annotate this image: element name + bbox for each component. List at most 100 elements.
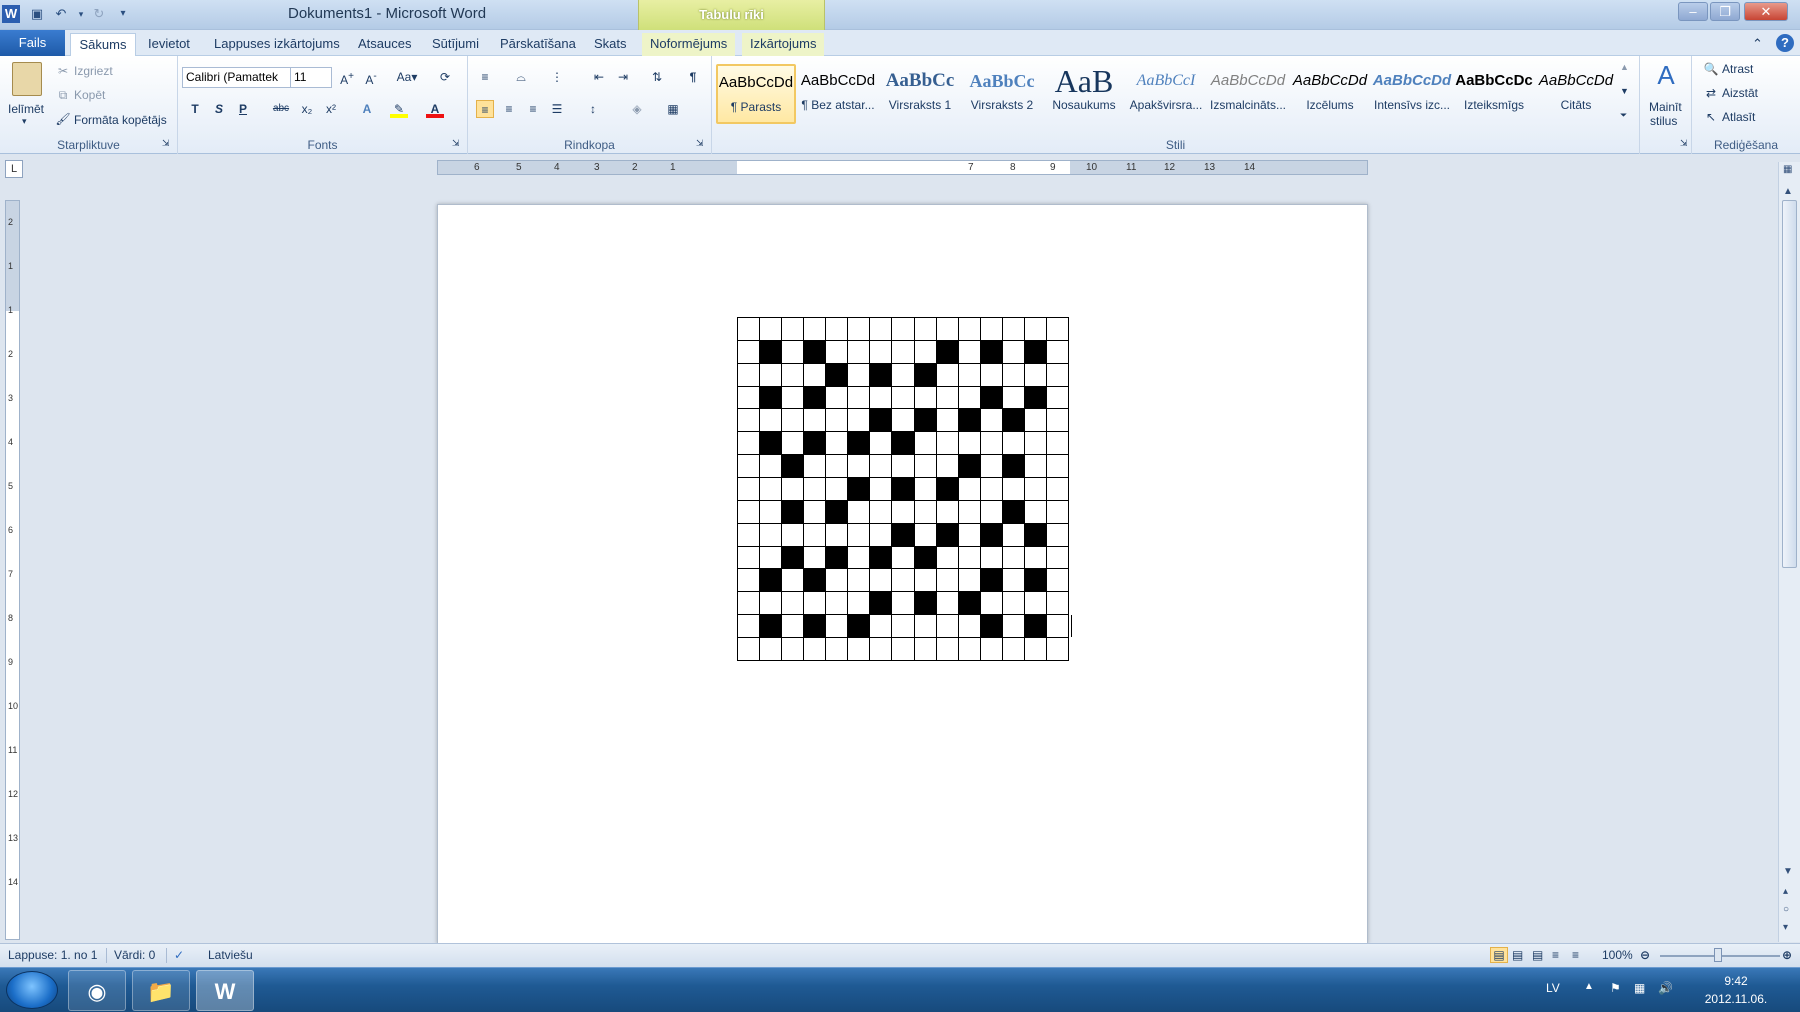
table-cell[interactable]	[825, 568, 849, 593]
table-cell-filled[interactable]	[891, 431, 915, 456]
table-cell[interactable]	[957, 499, 981, 524]
table-cell[interactable]	[869, 568, 893, 593]
table-cell[interactable]	[913, 522, 937, 547]
table-cell[interactable]	[1023, 431, 1047, 456]
table-cell[interactable]	[803, 362, 827, 387]
zoom-slider-thumb[interactable]	[1714, 948, 1722, 962]
strikethrough-icon[interactable]: abc	[272, 100, 290, 118]
table-cell-filled[interactable]	[1001, 499, 1025, 524]
table-cell[interactable]	[825, 454, 849, 479]
tab-home[interactable]: Sākums	[70, 33, 136, 56]
table-cell[interactable]	[781, 637, 805, 661]
table-cell-filled[interactable]	[825, 499, 849, 524]
table-cell[interactable]	[759, 545, 783, 570]
ruler-toggle-icon[interactable]: ▦	[1783, 164, 1792, 175]
style-no-spacing[interactable]: AaBbCcDd ¶ Bez atstar...	[798, 64, 878, 124]
taskbar-explorer[interactable]: 📁	[132, 970, 190, 1011]
tab-insert[interactable]: Ievietot	[140, 33, 198, 56]
tab-view[interactable]: Skats	[586, 33, 635, 56]
table-cell[interactable]	[781, 431, 805, 456]
table-cell[interactable]	[891, 339, 915, 364]
borders-icon[interactable]: ▦	[664, 100, 682, 118]
table-cell[interactable]	[1045, 362, 1070, 387]
table-cell[interactable]	[979, 431, 1003, 456]
table-cell-filled[interactable]	[935, 522, 959, 547]
table-cell[interactable]	[825, 317, 849, 341]
table-cell[interactable]	[1001, 614, 1025, 639]
outline-view-icon[interactable]: ≡	[1552, 948, 1559, 962]
table-cell[interactable]	[1045, 637, 1070, 661]
table-cell[interactable]	[1045, 385, 1070, 410]
table-cell[interactable]	[1045, 317, 1070, 341]
table-cell[interactable]	[1045, 545, 1070, 570]
undo-icon[interactable]: ↶	[52, 5, 70, 23]
table-cell-filled[interactable]	[957, 454, 981, 479]
table-cell[interactable]	[1023, 362, 1047, 387]
table-cell[interactable]	[869, 385, 893, 410]
font-color-icon[interactable]: A	[426, 100, 444, 118]
select-button[interactable]: Atlasīt	[1722, 110, 1755, 124]
table-cell[interactable]	[1001, 431, 1025, 456]
table-cell[interactable]	[736, 522, 761, 547]
table-cell[interactable]	[1045, 522, 1070, 547]
table-cell[interactable]	[891, 545, 915, 570]
table-cell[interactable]	[736, 385, 761, 410]
clear-formatting-icon[interactable]: ⟳	[436, 68, 454, 86]
grow-font-icon[interactable]: A+	[338, 68, 356, 87]
italic-button[interactable]: S	[210, 100, 228, 118]
table-cell[interactable]	[1045, 614, 1070, 639]
underline-button[interactable]: P	[234, 100, 252, 118]
table-cell[interactable]	[891, 637, 915, 661]
change-case-icon[interactable]: Aa▾	[394, 68, 420, 86]
table-cell-filled[interactable]	[979, 522, 1003, 547]
table-cell[interactable]	[1045, 408, 1070, 433]
table-cell[interactable]	[979, 477, 1003, 501]
table-cell-filled[interactable]	[781, 545, 805, 570]
table-cell[interactable]	[1045, 454, 1070, 479]
font-name-combo[interactable]: Calibri (Pamattek	[182, 67, 292, 88]
decrease-indent-icon[interactable]: ⇤	[590, 68, 608, 86]
table-cell[interactable]	[869, 637, 893, 661]
table-cell[interactable]	[1001, 317, 1025, 341]
table-cell[interactable]	[935, 499, 959, 524]
styles-scroll-down-icon[interactable]: ▼	[1620, 86, 1629, 96]
format-painter-button[interactable]: Formāta kopētājs	[74, 113, 167, 127]
table-cell-filled[interactable]	[759, 431, 783, 456]
table-cell[interactable]	[913, 477, 937, 501]
style-subtitle[interactable]: AaBbCcI Apakšvirsra...	[1126, 64, 1206, 124]
tab-selector-icon[interactable]: L	[5, 160, 23, 178]
previous-page-icon[interactable]: ▴	[1783, 886, 1788, 897]
table-cell-filled[interactable]	[1023, 385, 1047, 410]
table-cell-filled[interactable]	[759, 339, 783, 364]
table-cell[interactable]	[736, 431, 761, 456]
browse-object-icon[interactable]: ○	[1783, 904, 1789, 915]
table-cell[interactable]	[935, 385, 959, 410]
change-styles-icon[interactable]: A	[1652, 60, 1680, 90]
table-cell[interactable]	[869, 431, 893, 456]
table-cell[interactable]	[803, 454, 827, 479]
table-cell[interactable]	[803, 637, 827, 661]
table-cell-filled[interactable]	[1023, 614, 1047, 639]
table-cell[interactable]	[913, 385, 937, 410]
table-cell-filled[interactable]	[979, 568, 1003, 593]
table-cell[interactable]	[935, 614, 959, 639]
table-cell[interactable]	[957, 568, 981, 593]
page-count[interactable]: Lappuse: 1. no 1	[8, 948, 97, 962]
table-cell[interactable]	[957, 522, 981, 547]
table-cell-filled[interactable]	[891, 477, 915, 501]
vertical-scrollbar[interactable]: ▦ ▲ ▼ ▴ ○ ▾	[1778, 162, 1800, 942]
show-hidden-icons-icon[interactable]: ▲	[1584, 981, 1594, 992]
table-cell[interactable]	[781, 522, 805, 547]
table-cell[interactable]	[869, 317, 893, 341]
table-cell-filled[interactable]	[979, 385, 1003, 410]
table-cell[interactable]	[935, 317, 959, 341]
table-cell[interactable]	[847, 385, 871, 410]
table-cell[interactable]	[736, 591, 761, 616]
minimize-ribbon-icon[interactable]: ⌃	[1752, 33, 1763, 56]
close-button[interactable]: ✕	[1744, 2, 1788, 21]
change-styles-label-line1[interactable]: Mainīt	[1649, 100, 1682, 114]
table-cell[interactable]	[759, 477, 783, 501]
minimize-button[interactable]: –	[1678, 2, 1708, 21]
table-cell[interactable]	[979, 454, 1003, 479]
network-icon[interactable]: ▦	[1634, 981, 1645, 995]
